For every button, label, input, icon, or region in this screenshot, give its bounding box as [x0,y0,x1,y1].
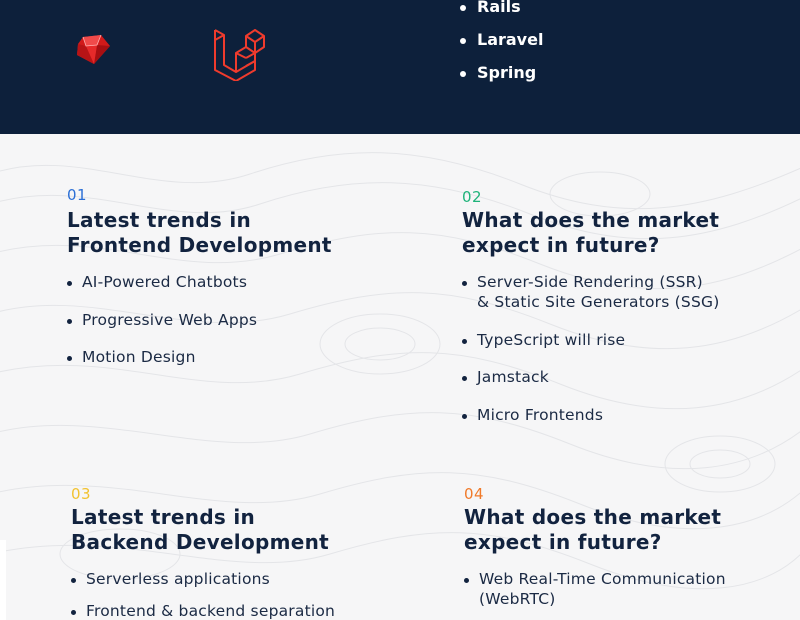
bullet-icon [462,414,467,419]
bullet-icon [460,5,466,11]
bullet-icon [67,356,72,361]
trends-section: 01 Latest trends in Frontend Development… [0,134,800,620]
hero-banner: Rails Laravel Spring [0,0,800,134]
trend-list: Serverless applications Frontend & backe… [71,569,335,620]
framework-list: Rails Laravel Spring [460,0,543,91]
market-list: Server-Side Rendering (SSR) & Static Site… [462,272,719,425]
laravel-icon [214,29,265,81]
list-item: AI-Powered Chatbots [67,272,332,292]
section-title: Latest trends in Backend Development [71,505,330,554]
bullet-icon [67,319,72,324]
section-title: What does the market expect in future? [464,505,722,554]
list-item: Spring [460,58,543,91]
section-card-02: 02 What does the market expect in future… [462,188,719,425]
ruby-icon [77,34,110,64]
list-item: Frontend & backend separation [71,601,335,620]
list-item: Motion Design [67,347,332,367]
list-item: Web Real-Time Communication (WebRTC) [464,569,726,609]
bullet-icon [71,578,76,583]
list-item: Progressive Web Apps [67,310,332,330]
bullet-icon [460,38,466,44]
trend-list: AI-Powered Chatbots Progressive Web Apps… [67,272,332,367]
bullet-icon [71,610,76,615]
list-item: Serverless applications [71,569,335,589]
section-number: 04 [464,485,485,503]
list-item: Server-Side Rendering (SSR) & Static Site… [462,272,719,312]
list-item: Jamstack [462,367,719,387]
list-item: Rails [460,0,543,25]
section-number: 02 [462,188,483,206]
market-list: Web Real-Time Communication (WebRTC) [464,569,726,609]
bullet-icon [462,376,467,381]
section-title: What does the market expect in future? [462,208,720,257]
bullet-icon [462,281,467,286]
list-item: Laravel [460,25,543,58]
section-title: Latest trends in Frontend Development [67,208,332,257]
bullet-icon [460,71,466,77]
bullet-icon [464,578,469,583]
edge-strip [0,540,6,620]
list-item: TypeScript will rise [462,330,719,350]
section-card-01: 01 Latest trends in Frontend Development… [67,186,332,367]
section-number: 01 [67,186,88,204]
bullet-icon [462,339,467,344]
bullet-icon [67,281,72,286]
section-number: 03 [71,485,92,503]
list-item: Micro Frontends [462,405,719,425]
section-card-03: 03 Latest trends in Backend Development … [71,485,335,620]
section-card-04: 04 What does the market expect in future… [464,485,726,609]
